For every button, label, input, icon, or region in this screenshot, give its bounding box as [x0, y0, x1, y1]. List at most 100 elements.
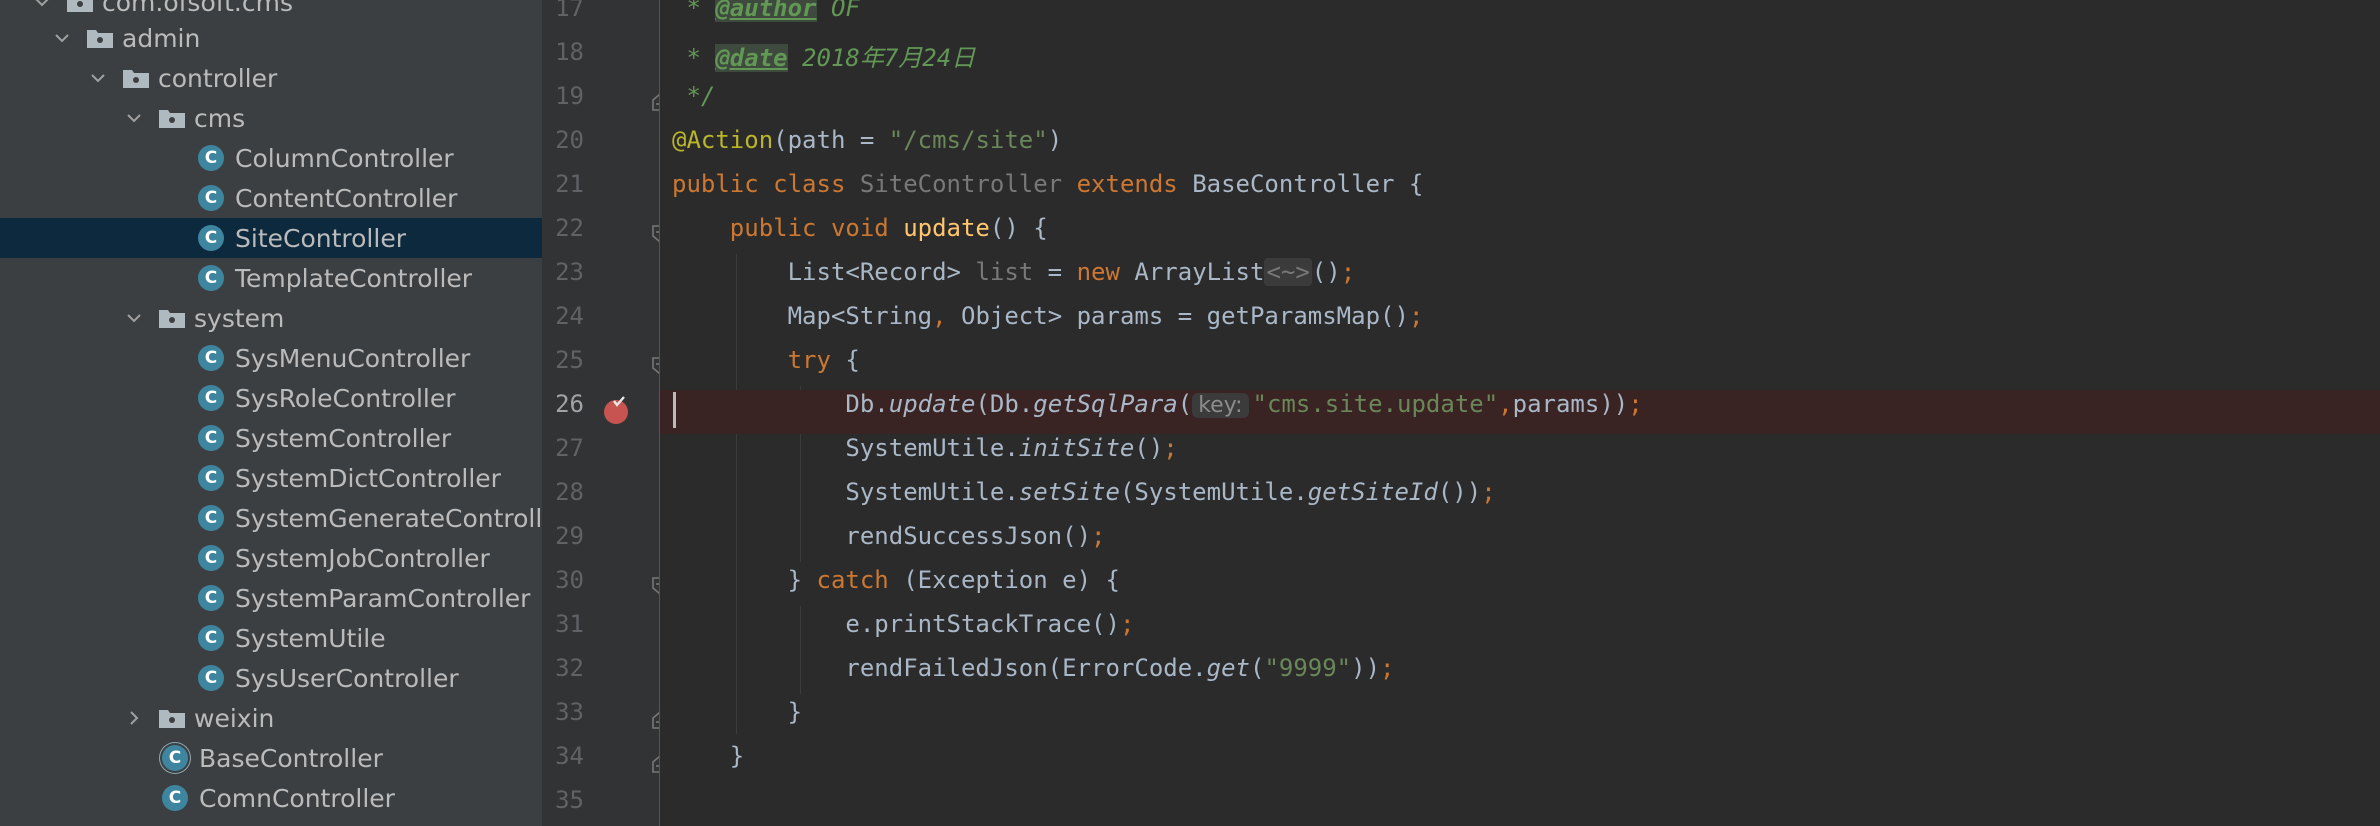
- tree-item-controller[interactable]: controller: [0, 58, 542, 98]
- project-tree: com.ofsoft.cms admin controller cms C Co…: [0, 0, 542, 826]
- code-line-24[interactable]: Map<String, Object> params = getParamsMa…: [660, 302, 2380, 346]
- tree-item-label: SystemUtile: [235, 623, 386, 653]
- code-text: SystemUtile.: [845, 478, 1019, 506]
- class-icon: C: [198, 345, 224, 371]
- semicolon: ;: [1481, 478, 1496, 506]
- tree-item-label: SysRoleController: [235, 383, 456, 413]
- tree-item-systemdictcontroller[interactable]: C SystemDictController: [0, 458, 542, 498]
- unused-variable: list: [975, 258, 1034, 286]
- tree-item-label: SysUserController: [235, 663, 459, 693]
- annotation: @Action: [672, 126, 774, 154]
- code-text: List<Record>: [787, 258, 976, 286]
- chevron-down-icon[interactable]: [50, 26, 74, 50]
- tree-item-label: controller: [158, 63, 278, 93]
- package-icon: [87, 30, 113, 48]
- diamond-fold[interactable]: <~>: [1264, 258, 1312, 286]
- tree-item-systemjobcontroller[interactable]: C SystemJobController: [0, 538, 542, 578]
- breakpoint-icon[interactable]: [602, 396, 632, 426]
- tree-item-label: SystemParamController: [235, 583, 531, 613]
- code-line-17[interactable]: * @author OF: [660, 0, 2380, 38]
- tree-item-label: weixin: [194, 703, 275, 733]
- chevron-down-icon[interactable]: [86, 66, 110, 90]
- tree-item-templatecontroller[interactable]: C TemplateController: [0, 258, 542, 298]
- tree-item-systemutile[interactable]: C SystemUtile: [0, 618, 542, 658]
- tree-item-systemcontroller[interactable]: C SystemController: [0, 418, 542, 458]
- code-line-18[interactable]: * @date 2018年7月24日: [660, 38, 2380, 82]
- editor-gutter[interactable]: 17 18 19 20 21 22 23 24 25 26 27 28 29 3…: [542, 0, 660, 826]
- chevron-down-icon[interactable]: [122, 306, 146, 330]
- code-line-20[interactable]: @Action(path = "/cms/site"): [660, 126, 2380, 170]
- line-number: 31: [555, 610, 584, 638]
- code-line-28[interactable]: SystemUtile.setSite(SystemUtile.getSiteI…: [660, 478, 2380, 522]
- line-number: 30: [555, 566, 584, 594]
- class-icon: C: [198, 465, 224, 491]
- chevron-down-icon[interactable]: [30, 0, 54, 14]
- tree-item-systemgeneratecontroller[interactable]: C SystemGenerateController: [0, 498, 542, 538]
- tree-item-system[interactable]: system: [0, 298, 542, 338]
- code-editor[interactable]: * @author OF * @date 2018年7月24日 */ @Acti…: [660, 0, 2380, 826]
- chevron-down-icon[interactable]: [122, 106, 146, 130]
- code-line-35[interactable]: [660, 786, 2380, 826]
- string-literal: "cms.site.update": [1252, 390, 1499, 418]
- code-text: (): [1311, 258, 1341, 286]
- tree-item-sysrolecontroller[interactable]: C SysRoleController: [0, 378, 542, 418]
- line-number: 35: [555, 786, 584, 814]
- line-number: 29: [555, 522, 584, 550]
- tree-item-columncontroller[interactable]: C ColumnController: [0, 138, 542, 178]
- code-line-34[interactable]: }: [660, 742, 2380, 786]
- keyword: extends: [1062, 170, 1193, 198]
- code-text: }: [787, 566, 817, 594]
- code-line-31[interactable]: e.printStackTrace();: [660, 610, 2380, 654]
- class-icon: C: [198, 425, 224, 451]
- tree-item-sysmenucontroller[interactable]: C SysMenuController: [0, 338, 542, 378]
- code-line-27[interactable]: SystemUtile.initSite();: [660, 434, 2380, 478]
- tree-item-admin[interactable]: admin: [0, 18, 542, 58]
- code-line-19[interactable]: */: [660, 82, 2380, 126]
- class-icon: C: [198, 625, 224, 651]
- code-text: (): [1134, 434, 1164, 462]
- tree-item-contentcontroller[interactable]: C ContentController: [0, 178, 542, 218]
- tree-item-comncontroller[interactable]: C ComnController: [0, 778, 542, 818]
- tree-item-systemparamcontroller[interactable]: C SystemParamController: [0, 578, 542, 618]
- tree-item-basecontroller[interactable]: C BaseController: [0, 738, 542, 778]
- code-line-32[interactable]: rendFailedJson(ErrorCode.get("9999"));: [660, 654, 2380, 698]
- code-text: }: [787, 698, 803, 726]
- code-text: Db.: [845, 390, 889, 418]
- code-line-26[interactable]: Db.update(Db.getSqlPara(key: "cms.site.up…: [660, 390, 2380, 434]
- chevron-right-icon[interactable]: [122, 706, 146, 730]
- tree-item-sysusercontroller[interactable]: C SysUserController: [0, 658, 542, 698]
- code-line-30[interactable]: } catch (Exception e) {: [660, 566, 2380, 610]
- line-number: 23: [555, 258, 584, 286]
- code-text: )): [1351, 654, 1381, 682]
- code-text: SystemUtile.: [845, 434, 1019, 462]
- javadoc-tag: @date: [715, 44, 788, 72]
- tree-item-sitecontroller[interactable]: C SiteController: [0, 218, 542, 258]
- tree-item-label: admin: [122, 23, 201, 53]
- line-number: 22: [555, 214, 584, 242]
- tree-item-label: SysMenuController: [235, 343, 471, 373]
- line-number: 25: [555, 346, 584, 374]
- code-line-22[interactable]: public void update() {: [660, 214, 2380, 258]
- package-icon: [159, 710, 185, 728]
- class-icon: C: [198, 265, 224, 291]
- tree-item-label: SystemGenerateController: [235, 503, 542, 533]
- line-number: 34: [555, 742, 584, 770]
- code-line-25[interactable]: try {: [660, 346, 2380, 390]
- tree-item-weixin[interactable]: weixin: [0, 698, 542, 738]
- tree-item-cms[interactable]: cms: [0, 98, 542, 138]
- code-line-21[interactable]: public class SiteController extends Base…: [660, 170, 2380, 214]
- class-name: SiteController: [859, 170, 1063, 198]
- code-line-33[interactable]: }: [660, 698, 2380, 742]
- tree-item-label: SystemController: [235, 423, 452, 453]
- comment-text: *: [672, 44, 716, 72]
- code-line-23[interactable]: List<Record> list = new ArrayList<~>();: [660, 258, 2380, 302]
- keyword: catch: [816, 566, 889, 594]
- code-text: () {: [989, 214, 1048, 242]
- static-method: update: [888, 390, 976, 418]
- code-line-29[interactable]: rendSuccessJson();: [660, 522, 2380, 566]
- tree-item-label: system: [194, 303, 285, 333]
